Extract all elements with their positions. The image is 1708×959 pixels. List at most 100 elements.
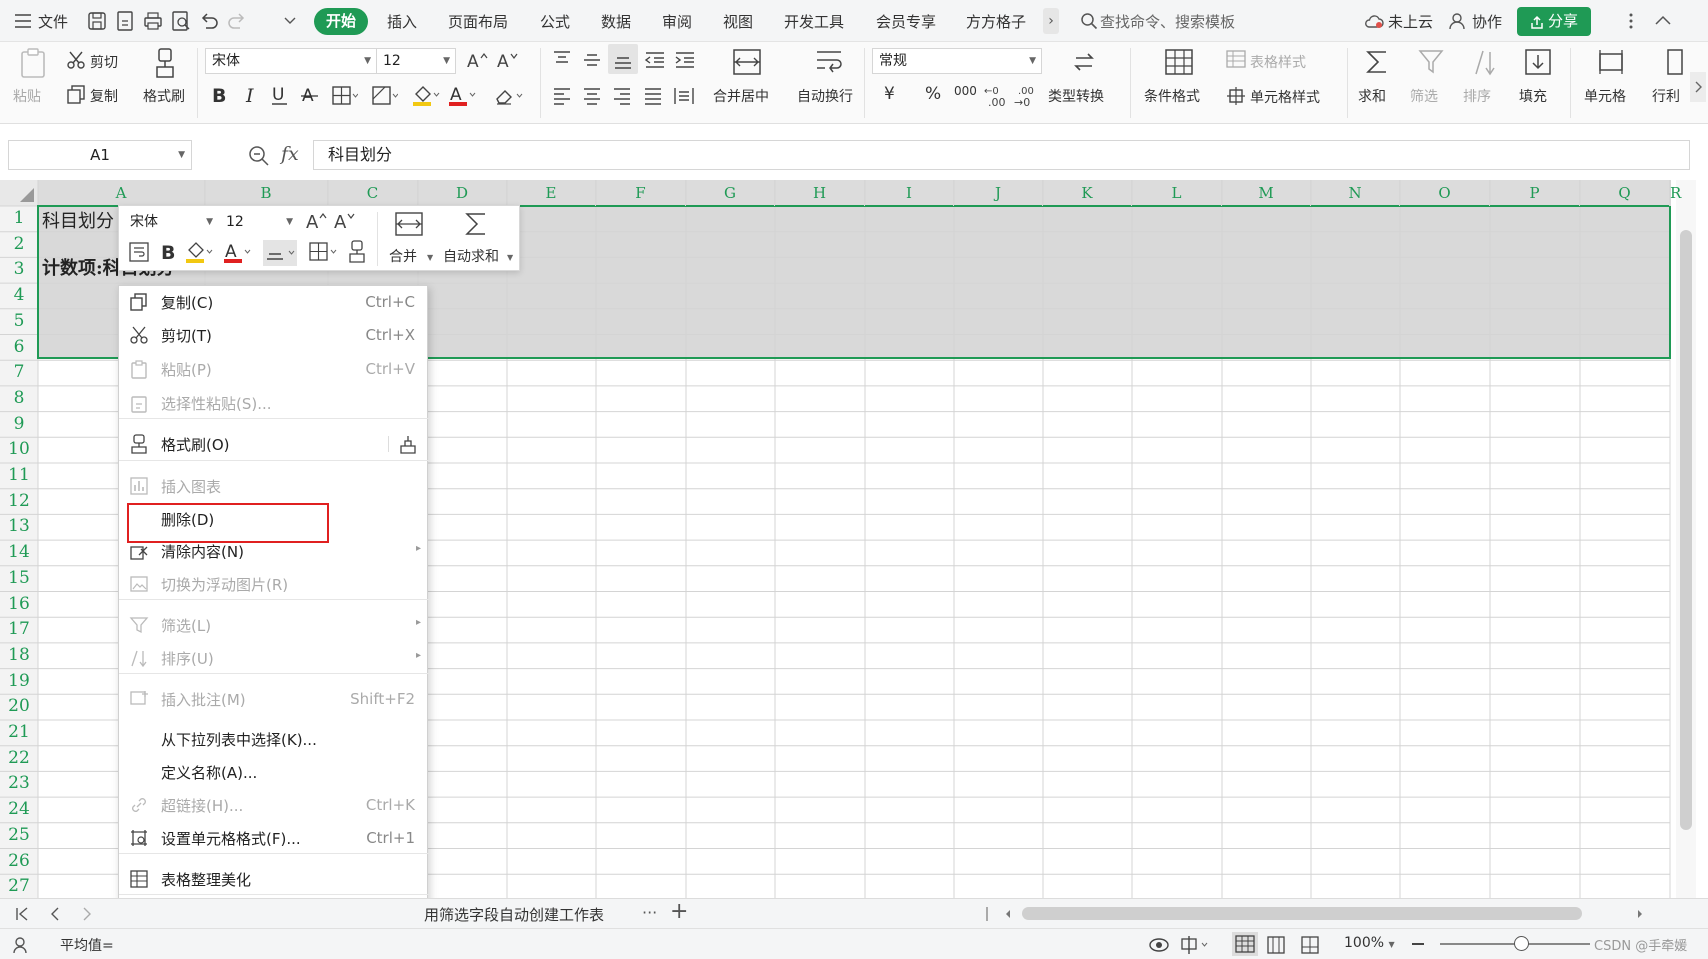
context-menu-item-define-name[interactable]: 定义名称(A)... (119, 756, 429, 788)
context-menu-item-hyperlink[interactable]: 超链接(H)... Ctrl+K (119, 789, 429, 821)
collab-icon[interactable] (1449, 12, 1467, 30)
eye-protect-icon[interactable] (1148, 935, 1170, 955)
scissors-icon[interactable] (66, 50, 86, 70)
tab-developer[interactable]: 开发工具 (784, 11, 844, 32)
mini-font-name-select[interactable]: 宋体 ▼ (123, 210, 219, 234)
normal-view-icon[interactable] (1232, 932, 1258, 956)
column-header-g[interactable]: G (686, 180, 775, 206)
file-menu[interactable]: 文件 (38, 11, 68, 32)
font-size-select[interactable]: 12 ▼ (376, 48, 456, 74)
align-middle-icon[interactable] (582, 50, 602, 70)
redo-icon[interactable] (226, 10, 248, 32)
cloud-icon[interactable] (1364, 12, 1384, 30)
clear-format-icon[interactable] (494, 86, 524, 106)
context-menu-item-paste[interactable]: 粘贴(P) Ctrl+V (119, 353, 429, 385)
prev-sheet-icon[interactable] (48, 906, 62, 922)
align-left-icon[interactable] (552, 86, 572, 106)
tab-review[interactable]: 审阅 (662, 11, 692, 32)
column-header-b[interactable]: B (205, 180, 328, 206)
align-bottom-icon[interactable] (608, 44, 638, 74)
row-header-7[interactable]: 7 (0, 360, 38, 386)
align-top-icon[interactable] (552, 50, 572, 70)
row-header-20[interactable]: 20 (0, 694, 38, 720)
undo-icon[interactable] (198, 10, 220, 32)
row-header-26[interactable]: 26 (0, 849, 38, 875)
next-sheet-icon[interactable] (80, 906, 94, 922)
column-header-i[interactable]: I (865, 180, 954, 206)
zoom-out-button[interactable] (1412, 943, 1424, 945)
row-header-11[interactable]: 11 (0, 463, 38, 489)
sort-icon[interactable] (1472, 48, 1498, 76)
mini-increase-font-icon[interactable]: A (305, 210, 327, 232)
mini-align-icon[interactable] (263, 240, 297, 266)
ribbon-scroll-right-icon[interactable] (1690, 72, 1706, 102)
page-layout-view-icon[interactable] (1266, 935, 1286, 955)
sum-button[interactable]: 求和 (1358, 86, 1386, 106)
fill-button[interactable]: 填充 (1519, 86, 1547, 106)
search-input[interactable]: 查找命令、搜索模板 (1100, 11, 1235, 32)
column-header-r[interactable]: R (1670, 180, 1681, 206)
column-header-c[interactable]: C (328, 180, 418, 206)
context-menu-item-pick-from-list[interactable]: 从下拉列表中选择(K)... (119, 723, 429, 755)
row-header-4[interactable]: 4 (0, 283, 38, 309)
tab-page-layout[interactable]: 页面布局 (448, 11, 508, 32)
sort-button[interactable]: 排序 (1463, 86, 1491, 106)
decrease-decimal-icon[interactable]: .00 →0 (1014, 84, 1038, 108)
decrease-font-icon[interactable]: A (496, 50, 518, 70)
column-header-l[interactable]: L (1132, 180, 1222, 206)
row-header-22[interactable]: 22 (0, 746, 38, 772)
sum-icon[interactable] (1364, 48, 1390, 76)
hamburger-icon[interactable] (14, 12, 32, 30)
context-menu-item-format-cells[interactable]: 设置单元格格式(F)... Ctrl+1 (119, 822, 429, 854)
mini-autosum-dropdown-icon[interactable]: ▼ (507, 253, 513, 262)
type-convert-icon[interactable] (1070, 48, 1098, 76)
paste-icon[interactable] (18, 47, 48, 79)
first-sheet-icon[interactable] (14, 906, 30, 922)
tab-fangfang[interactable]: 方方格子 (966, 11, 1026, 32)
row-header-15[interactable]: 15 (0, 566, 38, 592)
context-menu-item-filter[interactable]: 筛选(L) ▸ (119, 609, 429, 641)
row-col-icon[interactable] (1664, 48, 1684, 76)
table-style-button[interactable]: 表格样式 (1250, 52, 1306, 72)
context-menu-item-float-image[interactable]: 切换为浮动图片(R) (119, 568, 429, 600)
more-options-icon[interactable] (1628, 11, 1634, 31)
share-button[interactable]: 分享 (1517, 7, 1591, 36)
mini-merge-dropdown-icon[interactable]: ▼ (427, 253, 433, 262)
format-painter-pin-icon[interactable] (397, 433, 419, 455)
column-header-j[interactable]: J (954, 180, 1043, 206)
cell-style-icon[interactable] (1226, 86, 1246, 106)
cut-button[interactable]: 剪切 (90, 52, 118, 72)
formula-input[interactable]: 科目划分 (313, 140, 1690, 170)
zoom-formula-icon[interactable] (248, 145, 270, 167)
row-header-27[interactable]: 27 (0, 874, 38, 900)
align-center-icon[interactable] (582, 86, 602, 106)
increase-font-icon[interactable]: A (466, 50, 488, 70)
save-icon[interactable] (86, 10, 108, 32)
mini-autosum-button[interactable]: 自动求和 (443, 246, 499, 266)
format-painter-button[interactable]: 格式刷 (143, 86, 185, 106)
horizontal-scrollbar[interactable] (1022, 907, 1582, 920)
conditional-format-icon[interactable] (1164, 48, 1194, 76)
name-box[interactable]: A1 ▼ (8, 140, 192, 170)
row-header-5[interactable]: 5 (0, 309, 38, 335)
paste-button[interactable]: 粘贴 (13, 86, 41, 106)
cell-icon[interactable] (1596, 48, 1626, 76)
row-header-8[interactable]: 8 (0, 386, 38, 412)
currency-button[interactable]: ¥ (884, 84, 895, 104)
row-header-13[interactable]: 13 (0, 514, 38, 540)
column-header-p[interactable]: P (1490, 180, 1580, 206)
tab-data[interactable]: 数据 (601, 11, 631, 32)
increase-indent-icon[interactable] (674, 50, 696, 70)
thousands-button[interactable]: 000 (954, 84, 977, 98)
column-header-f[interactable]: F (596, 180, 686, 206)
copy-button[interactable]: 复制 (90, 86, 118, 106)
number-format-select[interactable]: 常规 ▼ (872, 48, 1042, 74)
table-style-icon[interactable] (1226, 50, 1246, 68)
bold-icon[interactable]: B (210, 84, 230, 106)
mini-decrease-font-icon[interactable]: A (333, 210, 355, 232)
row-col-button[interactable]: 行利 (1652, 86, 1680, 106)
column-header-m[interactable]: M (1222, 180, 1311, 206)
context-menu-item-insert-chart[interactable]: 插入图表 (119, 470, 429, 502)
row-header-9[interactable]: 9 (0, 412, 38, 438)
justify-icon[interactable] (643, 86, 663, 106)
